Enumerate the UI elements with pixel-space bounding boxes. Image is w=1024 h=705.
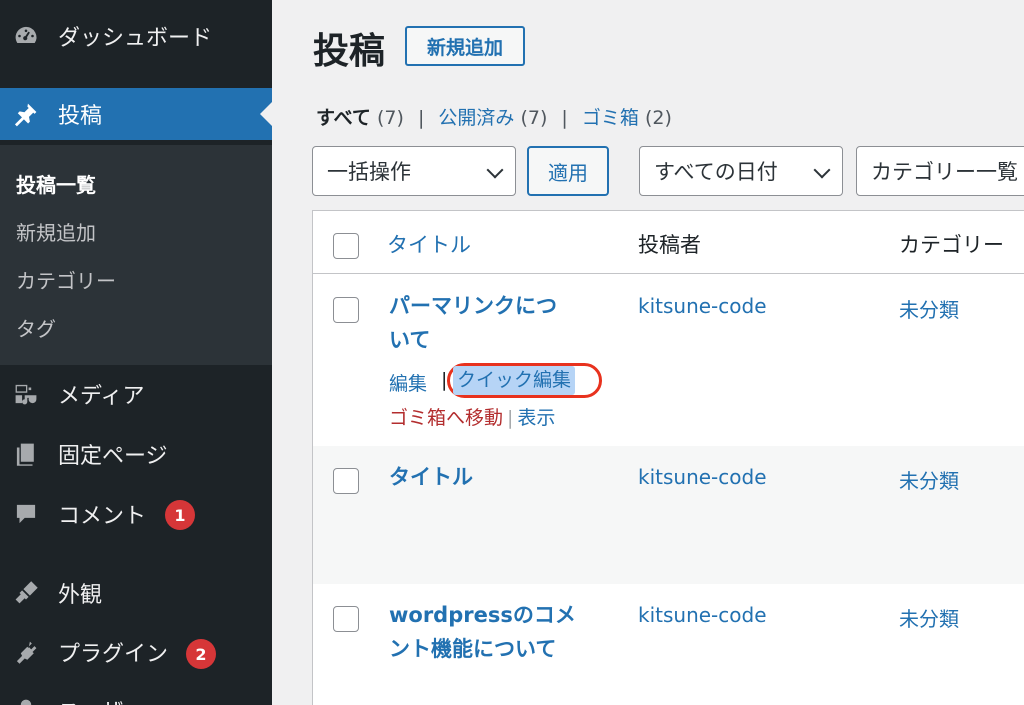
submenu-categories[interactable]: カテゴリー <box>16 265 116 294</box>
menu-pages[interactable]: 固定ページ <box>0 428 272 480</box>
row-checkbox[interactable] <box>333 606 359 632</box>
trash-link[interactable]: ゴミ箱へ移動 <box>389 407 503 429</box>
post-title-line: パーマリンクにつ <box>389 294 557 318</box>
menu-posts[interactable]: 投稿 <box>0 88 272 140</box>
post-category[interactable]: 未分類 <box>899 465 959 494</box>
column-title[interactable]: タイトル <box>387 229 471 259</box>
submenu-all-posts[interactable]: 投稿一覧 <box>16 169 96 198</box>
plugin-update-badge: 2 <box>186 639 216 669</box>
filter-trash-count: (2) <box>644 107 672 129</box>
post-title-line: ント機能について <box>389 637 557 661</box>
page-title: 投稿 <box>313 31 386 72</box>
status-filter-links: すべて (7) | 公開済み (7) | ゴミ箱 (2) <box>316 103 672 130</box>
posts-table: タイトル 投稿者 カテゴリー パーマリンクにつ いて kitsune-code … <box>312 210 1024 705</box>
post-category[interactable]: 未分類 <box>899 603 959 632</box>
menu-label: ダッシュボード <box>58 26 213 51</box>
column-author: 投稿者 <box>638 233 701 257</box>
edit-link[interactable]: 編集 <box>389 373 427 395</box>
pin-icon <box>12 100 40 128</box>
quick-edit-link[interactable]: クイック編集 <box>453 366 576 395</box>
add-new-button[interactable]: 新規追加 <box>405 26 525 66</box>
submenu-add-new[interactable]: 新規追加 <box>16 217 96 246</box>
menu-plugins[interactable]: プラグイン 2 <box>0 626 272 678</box>
media-icon <box>12 380 40 408</box>
row-checkbox[interactable] <box>333 297 359 323</box>
admin-sidebar: ダッシュボード 投稿 投稿一覧 新規追加 カテゴリー タグ メディア 固定ページ… <box>0 0 272 705</box>
post-author[interactable]: kitsune-code <box>638 294 767 318</box>
post-title-link[interactable]: タイトル <box>389 460 599 494</box>
table-row: タイトル kitsune-code 未分類 <box>313 446 1024 584</box>
post-title-link[interactable]: wordpressのコメ ント機能について <box>389 598 599 666</box>
post-author[interactable]: kitsune-code <box>638 603 767 627</box>
post-title-line: いて <box>389 328 431 352</box>
comment-count-badge: 1 <box>165 500 195 530</box>
date-filter-select[interactable]: すべての日付 <box>639 146 843 196</box>
menu-label: コメント <box>58 504 147 529</box>
filter-all[interactable]: すべて <box>316 107 371 129</box>
menu-media[interactable]: メディア <box>0 368 272 420</box>
submenu-tags[interactable]: タグ <box>16 313 56 342</box>
action-separator: | <box>507 407 514 429</box>
posts-submenu: 投稿一覧 新規追加 カテゴリー タグ <box>0 145 272 365</box>
row-checkbox[interactable] <box>333 468 359 494</box>
brush-icon <box>12 579 40 607</box>
filter-published-count: (7) <box>520 107 548 129</box>
table-row: パーマリンクにつ いて kitsune-code 未分類 編集 | クイック編集… <box>313 275 1024 446</box>
comment-icon <box>12 500 40 528</box>
menu-label: 外観 <box>58 583 103 608</box>
view-link[interactable]: 表示 <box>517 407 555 429</box>
post-author[interactable]: kitsune-code <box>638 465 767 489</box>
table-header: タイトル 投稿者 カテゴリー <box>313 211 1024 274</box>
post-title-link[interactable]: パーマリンクにつ いて <box>389 289 599 357</box>
post-category[interactable]: 未分類 <box>899 294 959 323</box>
apply-button[interactable]: 適用 <box>527 146 609 196</box>
post-title-line: タイトル <box>389 465 473 489</box>
menu-comments[interactable]: コメント 1 <box>0 488 272 540</box>
menu-appearance[interactable]: 外観 <box>0 567 272 619</box>
menu-label: 固定ページ <box>58 444 168 469</box>
menu-label: メディア <box>58 384 145 409</box>
dashboard-icon <box>12 22 40 50</box>
chevron-down-icon <box>813 161 831 179</box>
plugin-icon <box>12 638 40 666</box>
menu-users[interactable]: ユーザー <box>0 684 272 705</box>
filter-trash[interactable]: ゴミ箱 <box>582 107 639 129</box>
chevron-down-icon <box>486 161 504 179</box>
date-filter-value: すべての日付 <box>654 160 778 184</box>
filter-published[interactable]: 公開済み <box>438 107 514 129</box>
active-indicator <box>260 102 272 126</box>
row-actions-secondary: ゴミ箱へ移動 | 表示 <box>389 403 555 430</box>
category-filter-select[interactable]: カテゴリー一覧 <box>856 146 1024 196</box>
select-all-checkbox[interactable] <box>333 233 359 259</box>
menu-dashboard[interactable]: ダッシュボード <box>0 10 272 62</box>
category-filter-value: カテゴリー一覧 <box>871 160 1018 184</box>
pages-icon <box>12 440 40 468</box>
menu-label: 投稿 <box>58 104 103 129</box>
bulk-action-value: 一括操作 <box>327 160 411 184</box>
table-row: wordpressのコメ ント機能について kitsune-code 未分類 <box>313 584 1024 705</box>
menu-label: プラグイン <box>58 642 169 667</box>
column-categories: カテゴリー <box>899 233 1004 257</box>
filter-all-count: (7) <box>376 107 404 129</box>
menu-label: ユーザー <box>58 694 146 705</box>
filter-separator: | <box>561 107 568 129</box>
bulk-action-select[interactable]: 一括操作 <box>312 146 516 196</box>
post-title-line: wordpressのコメ <box>389 603 576 627</box>
row-actions: 編集 <box>389 369 427 396</box>
user-icon <box>12 696 40 705</box>
filter-separator: | <box>417 107 425 129</box>
